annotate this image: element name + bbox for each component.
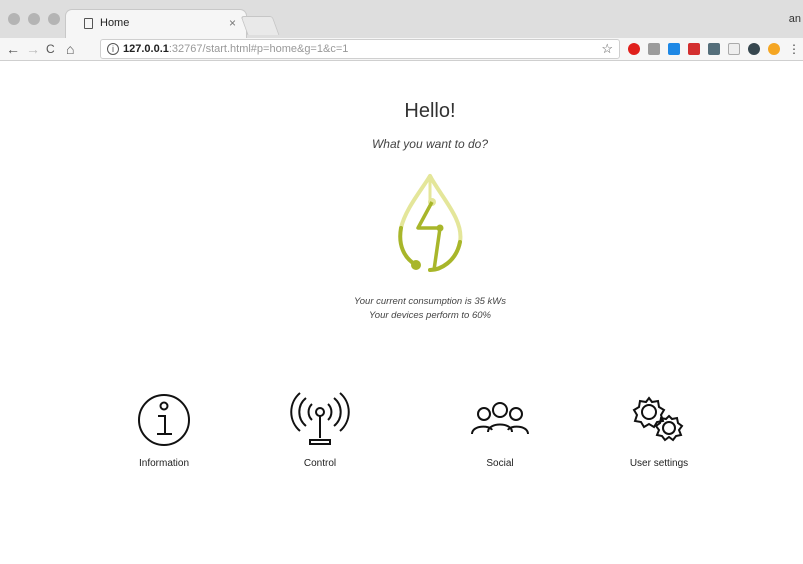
address-bar[interactable]: i 127.0.0.1:32767/start.html#p=home&g=1&…: [100, 39, 620, 59]
tab-title: Home: [100, 17, 130, 29]
tab-home[interactable]: Home ×: [66, 10, 246, 38]
page-icon[interactable]: [728, 43, 740, 55]
close-window-button[interactable]: [8, 13, 20, 25]
social-button[interactable]: Social: [440, 390, 560, 469]
url-text[interactable]: 127.0.0.1:32767/start.html#p=home&g=1&c=…: [123, 43, 348, 55]
url-host: 127.0.0.1: [123, 43, 169, 55]
page-subtitle: What you want to do?: [371, 137, 489, 151]
control-button[interactable]: Control: [260, 390, 380, 469]
action-menu: Information Control Social User settings: [0, 390, 803, 480]
site-info-icon[interactable]: i: [107, 43, 119, 55]
reload-icon[interactable]: C: [46, 40, 55, 58]
camera-icon[interactable]: [648, 43, 660, 55]
info-icon: [138, 394, 190, 446]
shield-icon[interactable]: [708, 43, 720, 55]
gears-icon: [632, 396, 684, 442]
new-tab-button[interactable]: [240, 16, 280, 35]
energy-leaf-logo: [398, 174, 463, 272]
group-icon: [471, 402, 529, 435]
social-label: Social: [486, 458, 514, 469]
window-controls: [8, 13, 60, 25]
bookmark-star-icon[interactable]: ☆: [601, 41, 613, 57]
evernote-icon[interactable]: [748, 43, 760, 55]
profile-name[interactable]: an: [789, 13, 801, 25]
performance-line: Your devices perform to 60%: [369, 310, 491, 321]
back-icon[interactable]: ←: [6, 40, 20, 58]
tab-close-icon[interactable]: ×: [229, 16, 236, 30]
url-path: :32767/start.html#p=home&g=1&c=1: [168, 43, 349, 55]
home-icon[interactable]: ⌂: [66, 40, 74, 58]
trello-icon[interactable]: [668, 43, 680, 55]
opera-icon[interactable]: [628, 43, 640, 55]
user-settings-button[interactable]: User settings: [599, 390, 719, 469]
information-label: Information: [138, 458, 190, 469]
information-button[interactable]: Information: [104, 390, 224, 469]
page-title: Hello!: [404, 100, 456, 122]
extension-icons: ⋮: [628, 42, 800, 56]
user-settings-label: User settings: [629, 458, 689, 469]
consumption-line: Your current consumption is 35 kWs: [353, 296, 507, 307]
minimize-window-button[interactable]: [28, 13, 40, 25]
browser-toolbar: ← → C ⌂ i 127.0.0.1:32767/start.html#p=h…: [0, 38, 803, 61]
tab-bar: Home × an: [0, 0, 803, 38]
status-text: Your current consumption is 35 kWs Your …: [0, 295, 803, 323]
forward-icon[interactable]: →: [26, 40, 40, 58]
maximize-window-button[interactable]: [48, 13, 60, 25]
antenna-icon: [290, 392, 350, 445]
bird-icon[interactable]: [768, 43, 780, 55]
gmail-icon[interactable]: [688, 43, 700, 55]
control-label: Control: [303, 458, 337, 469]
document-icon: [84, 18, 93, 29]
menu-icon[interactable]: ⋮: [788, 42, 800, 56]
